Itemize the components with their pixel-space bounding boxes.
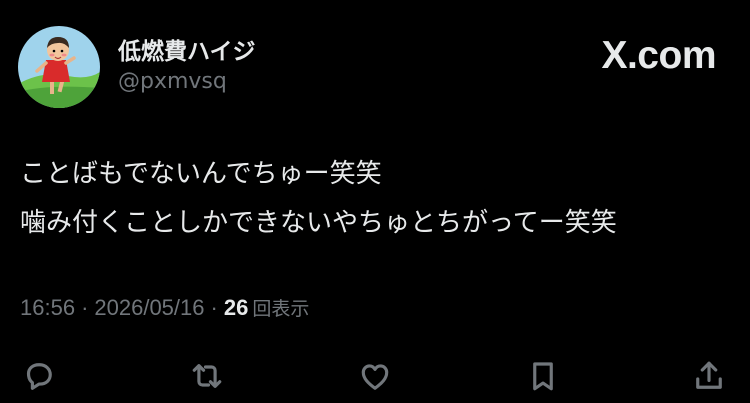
bookmark-button[interactable] [523,356,563,396]
tweet-date[interactable]: 2026/05/16 [94,295,204,320]
bookmark-icon [533,362,553,391]
tweet-line: ことばもでないんでちゅー笑笑 [20,159,382,189]
action-bar [0,356,750,396]
meta-separator: · [81,295,89,320]
reply-icon [26,363,52,390]
user-handle[interactable]: @pxmvsq [118,69,227,94]
views-count[interactable]: 26 [224,295,248,320]
like-icon [361,364,389,390]
avatar[interactable] [18,26,100,108]
display-name[interactable]: 低燃費ハイジ [118,32,256,66]
tweet-meta: 16:56 · 2026/05/16 · 26 回表示 [20,294,309,321]
brand-logo: X.com [601,34,716,77]
share-icon [696,361,722,389]
tweet-text: ことばもでないんでちゅー笑笑 噛み付くことしかできないやちゅとちがってー笑笑 [20,150,740,248]
tweet-line: 噛み付くことしかできないやちゅとちがってー笑笑 [20,208,617,238]
meta-separator: · [210,295,218,320]
views-label: 回表示 [252,298,310,320]
retweet-icon [192,364,222,388]
share-button[interactable] [689,356,729,396]
avatar-girl-on-hill-icon [18,26,100,108]
retweet-button[interactable] [187,356,227,396]
tweet-time[interactable]: 16:56 [20,295,75,320]
like-button[interactable] [355,356,395,396]
reply-button[interactable] [19,356,59,396]
